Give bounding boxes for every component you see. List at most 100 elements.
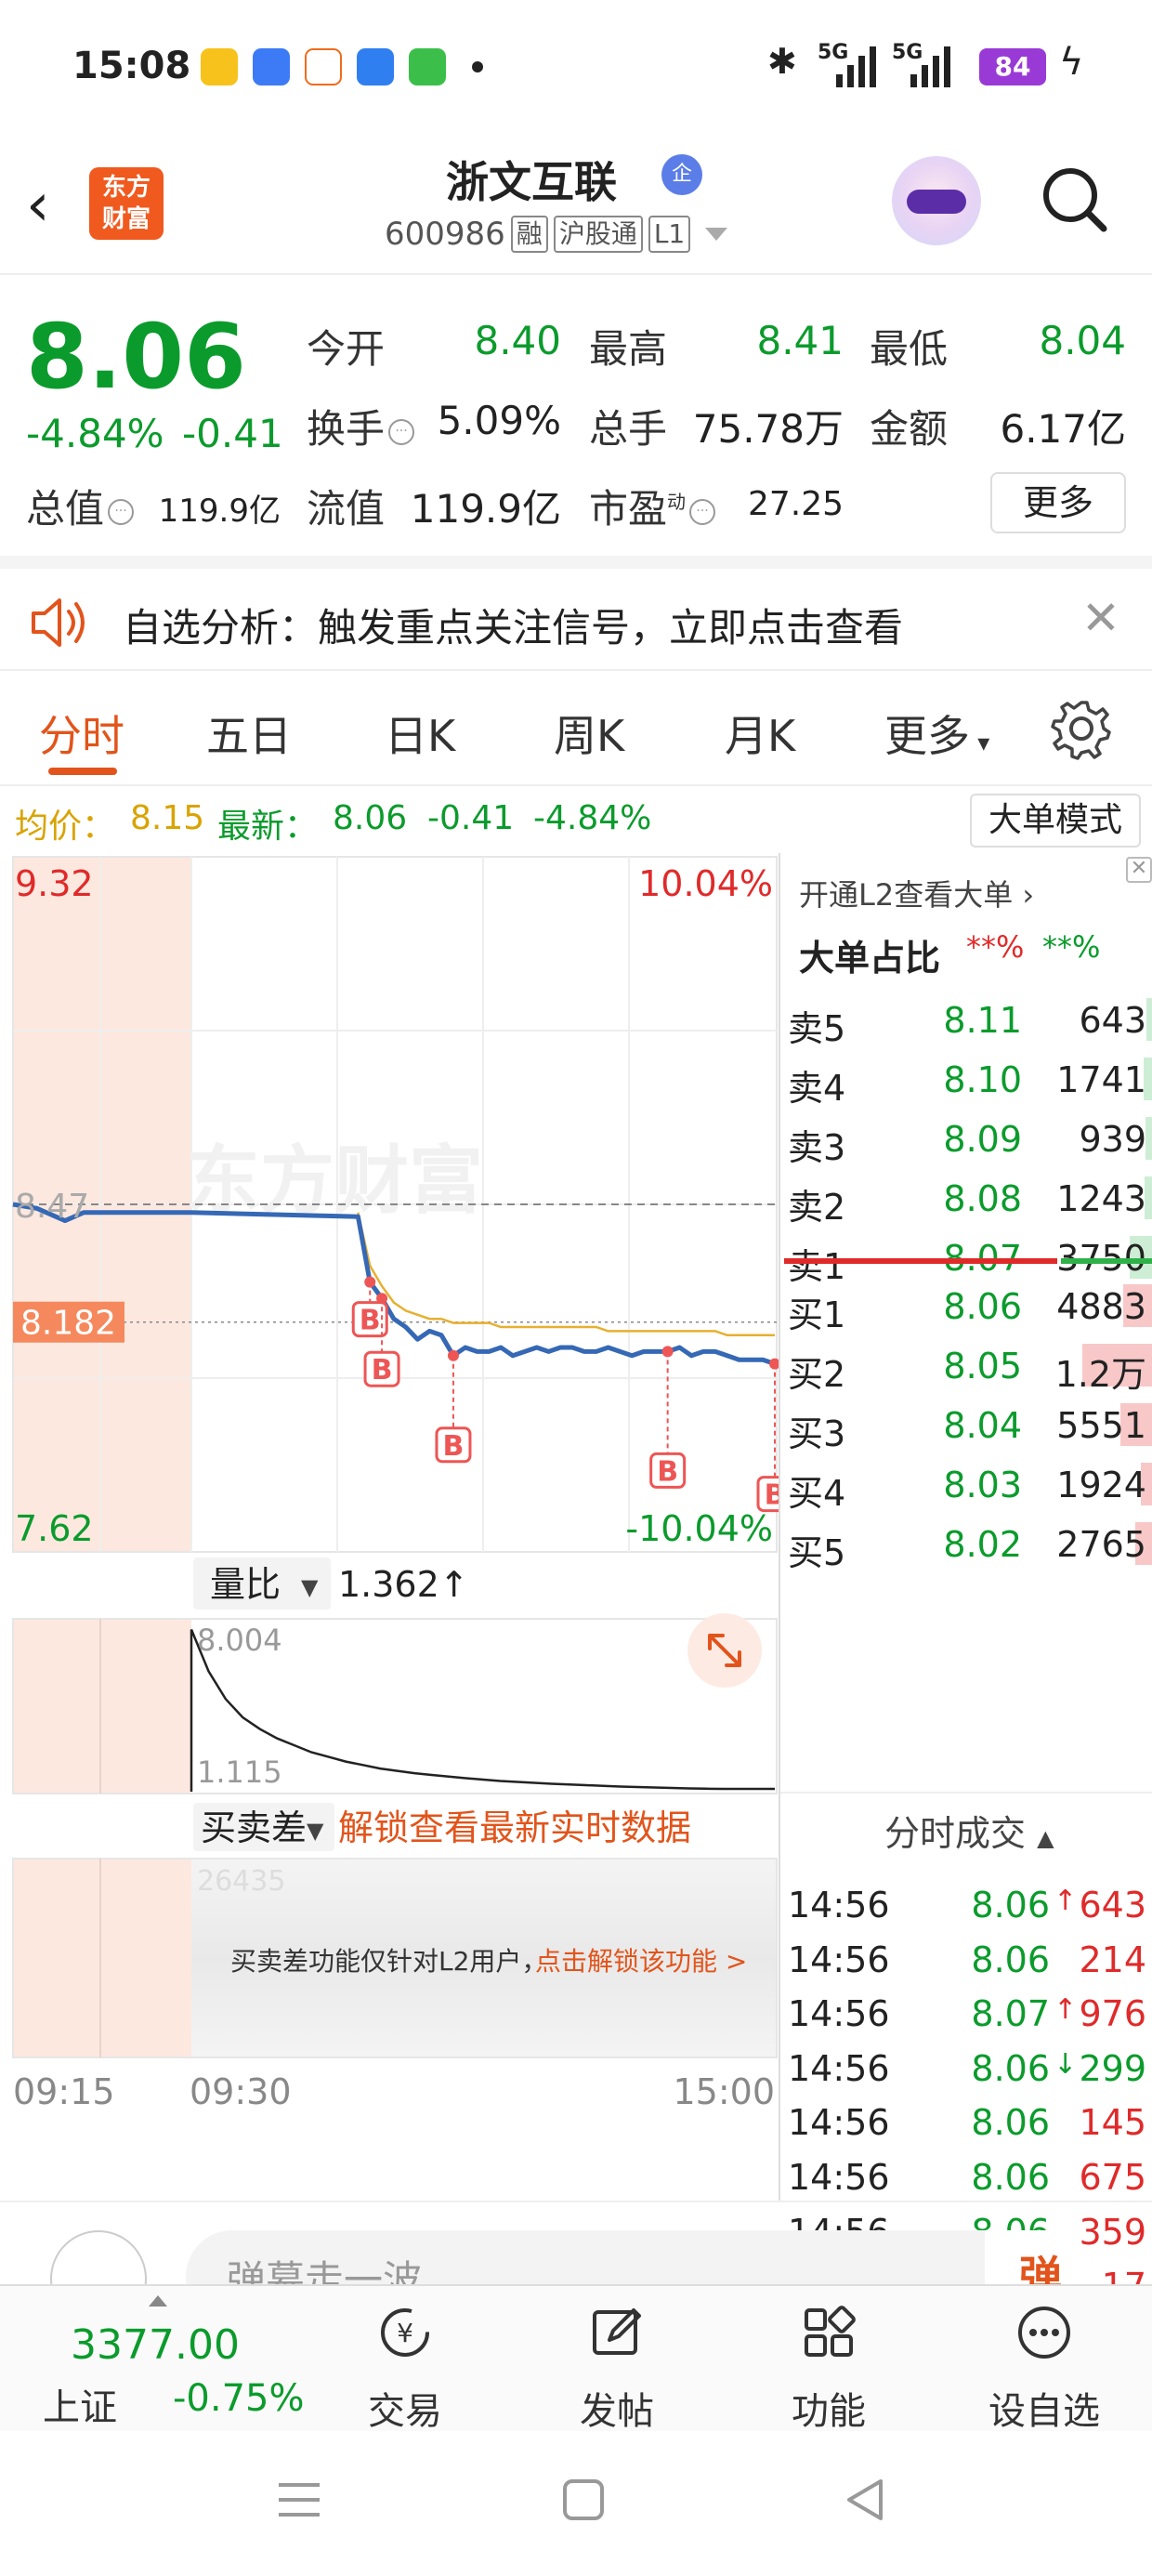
chevron-down-icon: ▼ [307,1818,324,1844]
ask-level-1[interactable]: 卖18.073750 [780,1230,1152,1287]
tab-daily-k[interactable]: 日K [385,703,455,764]
ask-level-label: 卖2 [788,1187,846,1228]
index-change: -0.75% [173,2377,305,2420]
tab-five-day[interactable]: 五日 [206,703,292,764]
bid-level-2[interactable]: 买2 8.05 1.2万 [780,1338,1152,1395]
bid-price: 8.06 [943,1286,1022,1327]
buy-marker-label: B [443,1430,465,1463]
float-value: 119.9亿 [410,486,561,532]
notice-text: 自选分析：触发重点关注信号，立即点击查看 [123,605,904,651]
avg-value: 8.15 [130,799,205,837]
y-min-label: 7.62 [15,1508,94,1549]
ask-level-3[interactable]: 卖3 8.09 939 [780,1111,1152,1168]
index-value: 3377.00 [71,2321,240,2369]
l2-unlock-link[interactable]: 点击解锁该功能 > [535,1946,747,1977]
pct-min-label: -10.04% [625,1508,773,1549]
nav-trade[interactable]: ¥ 交易 [331,2303,479,2435]
bid-price: 8.02 [943,1524,1022,1565]
eastmoney-logo[interactable]: 东方 财富 [89,167,164,240]
home-icon[interactable] [561,2477,606,2522]
amount-label: 金额 [870,406,949,452]
latest-label: 最新： [217,808,319,846]
gear-icon[interactable] [1050,697,1113,760]
big-order-mode-button[interactable]: 大单模式 [970,794,1141,848]
danmaku-button[interactable]: 弹 [985,2230,1096,2284]
pe-value: 27.25 [747,485,844,523]
tick-time: 14:56 [788,2102,890,2144]
status-bar: 15:08 ✱ 5G 5G 84 ϟ [0,0,1152,130]
buysell-label: 买卖差 [201,1807,307,1848]
x-tick-0930: 09:30 [190,2071,292,2112]
nav-watchlist[interactable]: 设自选 [970,2303,1119,2435]
tick-volume: 675 [1079,2157,1146,2198]
nav-functions[interactable]: 功能 [754,2303,903,2435]
bid-level-3[interactable]: 买3 8.04 5551 [780,1398,1152,1454]
messages-icon [409,48,446,85]
danmaku-input[interactable]: 弹幕走一波 [186,2230,1096,2284]
intraday-chart[interactable]: 东方财富 BBBBB 9.32 10.04% 8.47 8.182 7.62 -… [0,853,779,2201]
index-ticker[interactable]: 3377.00 上证 -0.75% [28,2295,305,2429]
volume-ratio-value: 1.362↑ [338,1564,469,1605]
buy-markers: BBBBB [351,1276,779,1513]
ask-level-2[interactable]: 卖2 8.08 1243 [780,1171,1152,1228]
tab-weekly-k[interactable]: 周K [554,703,624,764]
battery-icon: 84 [979,48,1046,85]
back-nav-icon[interactable] [844,2477,888,2522]
ask-level-5[interactable]: 卖5 8.11 643 [780,992,1152,1049]
logo-line2: 财富 [101,205,151,233]
meituan-icon [201,48,238,85]
quote-panel: 8.06 -4.84% -0.41 今开 8.40 最高 8.41 最低 8.0… [0,277,1152,548]
bid-level-5[interactable]: 买5 8.02 2765 [780,1517,1152,1573]
ask-level-label: 卖5 [788,1008,846,1049]
nav-post[interactable]: 发帖 [543,2303,691,2435]
stock-code-row[interactable]: 600986 融 沪股通 L1 [385,216,728,253]
chevron-down-icon[interactable] [705,228,728,241]
index-name: 上证 [43,2386,117,2429]
order-book: 开通L2查看大单 › ✕ 大单占比 **% **% 卖5 8.11 643 卖4 8.1… [779,853,1152,2470]
l2-promo-link[interactable]: 开通L2查看大单 › [799,872,1034,914]
trade-tick-row: 14:56 8.06 ↑ 643 [780,1879,1152,1933]
speaker-icon [32,598,85,647]
buy-marker-label: B [765,1479,779,1512]
menu-icon[interactable] [277,2479,321,2520]
status-time: 15:08 [72,45,191,87]
shop-app-icon [305,48,342,85]
message-list-icon[interactable] [50,2230,147,2284]
more-circle-icon [1018,2307,1070,2359]
bid-level-4[interactable]: 买4 8.03 1924 [780,1457,1152,1514]
search-icon[interactable] [1037,162,1111,236]
bs-faded-value: 26435 [197,1865,285,1898]
x-tick-0915: 09:15 [13,2071,115,2112]
tab-more[interactable]: 更多 ▾ [884,703,989,764]
analysis-notice[interactable]: 自选分析：触发重点关注信号，立即点击查看 ✕ [0,556,1152,671]
more-button[interactable]: 更多 [990,472,1126,533]
chat-app-icon [253,48,290,85]
bid-level-label: 买3 [788,1413,846,1454]
tick-price: 8.06 [971,2047,1050,2089]
change-pct: -4.84% [26,411,164,456]
tick-time: 14:56 [788,2157,890,2198]
unlock-text[interactable]: 解锁查看最新实时数据 [338,1807,691,1848]
assistant-robot-icon[interactable] [892,156,981,245]
bid-ask-divider-green [1061,1258,1152,1264]
turnover-label: 换手 ··· [307,398,418,454]
volume-label: 总手 [589,406,668,452]
buy-marker-label: B [372,1354,393,1387]
high-value: 8.41 [756,318,844,363]
bid-price: 8.04 [943,1405,1022,1446]
tab-intraday[interactable]: 分时 [39,703,124,764]
close-icon[interactable]: ✕ [1081,591,1120,645]
back-icon[interactable]: ‹ [26,173,72,238]
close-promo-icon[interactable]: ✕ [1126,857,1152,883]
ask-volume: 1243 [1056,1178,1146,1219]
more-dot-icon [472,61,483,72]
system-nav-bar [0,2431,1152,2576]
ticks-header[interactable]: 分时成交 ▲ [884,1805,1054,1856]
tick-time: 14:56 [788,1885,890,1925]
ask-price: 8.08 [943,1178,1022,1219]
current-price-label: 8.182 [20,1305,116,1343]
ask-level-4[interactable]: 卖4 8.10 1741 [780,1052,1152,1109]
bid-level-1[interactable]: 买1 8.06 4883 [780,1279,1152,1335]
tab-monthly-k[interactable]: 月K [725,703,795,764]
nav-trade-label: 交易 [368,2390,442,2433]
